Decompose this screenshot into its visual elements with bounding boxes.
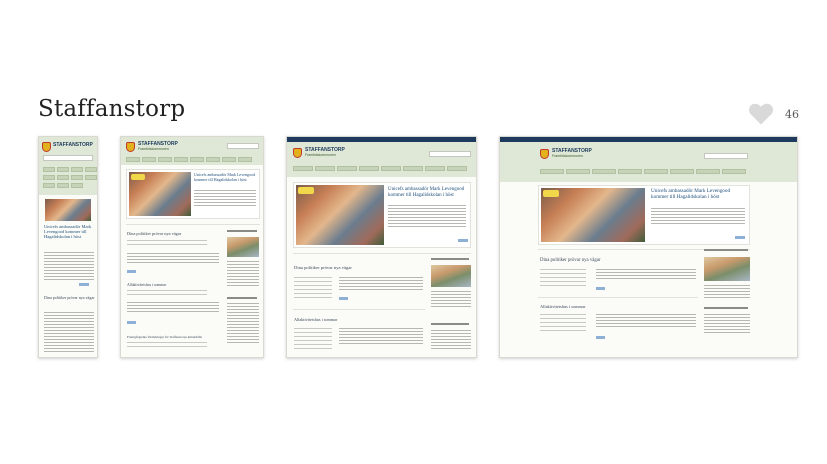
search-input[interactable] — [429, 151, 471, 157]
read-more-link[interactable] — [458, 239, 468, 242]
section-title[interactable]: Dina politiker prövar nya vägar — [44, 295, 96, 300]
thumbnail-desktop[interactable]: STAFFANSTORP Framtidskommunen Unicefs am… — [499, 136, 798, 358]
sidebar-text — [704, 285, 750, 299]
site-logo-sub: Framtidskommunen — [138, 147, 169, 151]
hero-text — [388, 205, 466, 229]
hero-badge — [543, 190, 559, 197]
article-text-2 — [127, 302, 219, 314]
logo-shield-icon — [126, 142, 135, 152]
hero-card[interactable]: Unicefs ambassadör Mark Levengood kommer… — [293, 182, 471, 248]
site-logo-sub: Framtidskommunen — [305, 153, 336, 157]
heart-icon — [749, 103, 773, 125]
hero-text — [44, 252, 94, 280]
thumbnail-tablet[interactable]: STAFFANSTORP Framtidskommunen Unicefs am… — [120, 136, 264, 358]
divider-2 — [538, 297, 698, 298]
hero-text — [194, 190, 256, 206]
site-logo: STAFFANSTORP — [53, 142, 93, 148]
sidebar-image[interactable] — [431, 265, 471, 287]
read-more-link-2[interactable] — [596, 336, 605, 339]
site-header: STAFFANSTORP Framtidskommunen — [500, 142, 797, 182]
read-more-link[interactable] — [79, 283, 89, 286]
thumbnail-laptop[interactable]: STAFFANSTORP Framtidskommunen Unicefs am… — [286, 136, 477, 358]
article-text-2 — [339, 328, 423, 344]
read-more-link-1[interactable] — [339, 297, 348, 300]
section-text — [44, 312, 94, 352]
sidebar-image[interactable] — [704, 257, 750, 281]
nav-menu-row-3[interactable] — [43, 183, 83, 188]
sidebar-heading — [431, 258, 469, 260]
sidebar-heading-2 — [227, 297, 257, 299]
hero-card[interactable]: Unicefs ambassadör Mark Levengood kommer… — [538, 185, 750, 245]
sidebar-heading-2 — [704, 307, 748, 309]
article-meta-1 — [127, 240, 207, 248]
article-text-1 — [127, 253, 219, 265]
divider — [126, 224, 260, 225]
read-more-link-2[interactable] — [127, 321, 136, 324]
search-input[interactable] — [43, 155, 93, 161]
read-more-link[interactable] — [735, 236, 745, 239]
site-header: STAFFANSTORP Framtidskommunen — [287, 142, 476, 177]
divider-2 — [293, 309, 425, 310]
article-text-2 — [596, 314, 696, 328]
sidebar-heading — [704, 249, 748, 251]
section-title-3[interactable]: Framgångsrika förändringar för Staffanst… — [127, 335, 202, 339]
nav-menu[interactable] — [540, 169, 746, 174]
logo-shield-icon — [540, 149, 549, 159]
like-count: 46 — [785, 108, 799, 121]
hero-text — [651, 208, 745, 224]
section-title-2[interactable]: Allaktivitetshus i sommar — [294, 317, 337, 322]
hero-card[interactable]: Unicefs ambassadör Mark Levengood kommer… — [126, 169, 260, 219]
thumbnail-mobile[interactable]: STAFFANSTORP Unicefs ambassadör Mark Lev… — [38, 136, 98, 358]
hero-badge — [131, 174, 145, 180]
hero-title[interactable]: Unicefs ambassadör Mark Levengood kommer… — [44, 224, 96, 240]
nav-menu[interactable] — [126, 157, 252, 162]
article-meta-1 — [294, 277, 332, 301]
hero-title[interactable]: Unicefs ambassadör Mark Levengood kommer… — [651, 188, 747, 201]
sidebar-heading-2 — [431, 323, 469, 325]
nav-menu[interactable] — [43, 167, 97, 172]
article-text-1 — [339, 277, 423, 291]
sidebar-text — [227, 261, 259, 287]
logo-shield-icon — [42, 142, 51, 152]
search-input[interactable] — [227, 143, 259, 149]
hero-image — [296, 185, 384, 245]
article-meta-3 — [127, 342, 207, 350]
nav-menu[interactable] — [293, 166, 467, 171]
section-title-1[interactable]: Dina politiker prövar nya vägar — [127, 231, 181, 236]
article-meta-2 — [294, 328, 332, 352]
sidebar-links[interactable] — [704, 314, 750, 334]
page-title: Staffanstorp — [38, 96, 186, 122]
hero-image[interactable] — [45, 199, 91, 221]
section-title-1[interactable]: Dina politiker prövar nya vägar — [294, 265, 352, 270]
sidebar-links[interactable] — [431, 330, 471, 350]
nav-menu-row-2[interactable] — [43, 175, 97, 180]
section-title-2[interactable]: Allaktivitetshus i sommar — [127, 283, 166, 287]
article-meta-1 — [540, 269, 586, 289]
read-more-link-1[interactable] — [596, 287, 605, 290]
logo-shield-icon — [293, 148, 302, 158]
site-logo-sub: Framtidskommunen — [552, 154, 583, 158]
article-meta-2 — [127, 290, 207, 298]
section-title-1[interactable]: Dina politiker prövar nya vägar — [540, 258, 600, 263]
site-header: STAFFANSTORP Framtidskommunen — [121, 137, 263, 165]
sidebar-text — [431, 291, 471, 309]
hero-title[interactable]: Unicefs ambassadör Mark Levengood kommer… — [388, 187, 468, 199]
hero-title[interactable]: Unicefs ambassadör Mark Levengood kommer… — [194, 172, 258, 182]
site-header: STAFFANSTORP — [39, 137, 97, 195]
hero-badge — [298, 187, 314, 194]
article-meta-2 — [540, 314, 586, 334]
search-input[interactable] — [704, 153, 748, 159]
sidebar-heading — [227, 230, 257, 232]
read-more-link-1[interactable] — [127, 270, 136, 273]
article-text-1 — [596, 269, 696, 281]
sidebar-image[interactable] — [227, 237, 259, 257]
divider — [293, 253, 471, 254]
section-title-2[interactable]: Allaktivitetshus i sommar — [540, 304, 585, 309]
sidebar-links[interactable] — [227, 303, 259, 343]
